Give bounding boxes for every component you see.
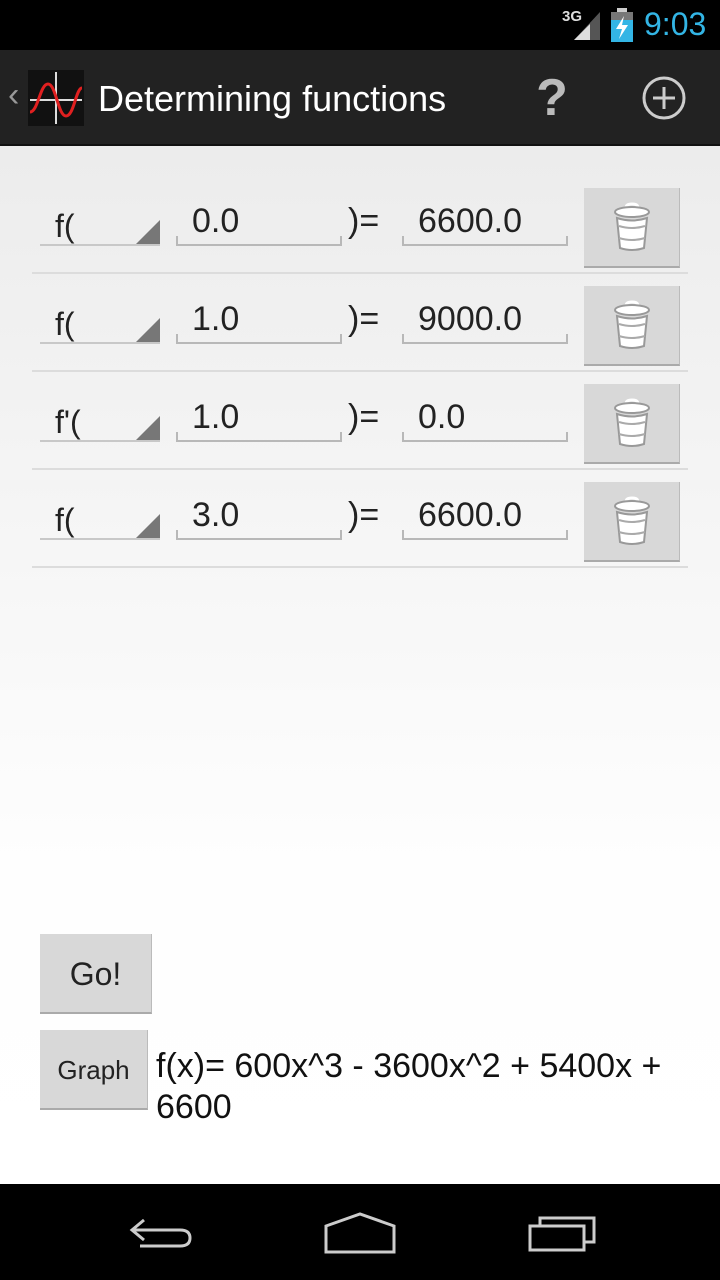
sine-graph-icon[interactable] (28, 70, 84, 126)
back-icon[interactable] (124, 1204, 196, 1260)
dropdown-arrow-icon (136, 220, 160, 244)
dropdown-arrow-icon (136, 514, 160, 538)
delete-row-button[interactable] (584, 384, 680, 464)
equals-label: )= (348, 202, 380, 240)
x-value-text: 1.0 (192, 398, 240, 436)
clock: 9:03 (644, 6, 707, 42)
y-value-input[interactable]: 9000.0 (402, 300, 568, 344)
recent-apps-icon[interactable] (526, 1204, 598, 1260)
y-value-text: 9000.0 (418, 300, 522, 338)
result-function: f(x)= 600x^3 - 3600x^2 + 5400x + 6600 (156, 1047, 662, 1126)
dropdown-arrow-icon (136, 416, 160, 440)
help-button[interactable]: ? (532, 68, 572, 128)
equals-label: )= (348, 496, 380, 534)
add-circle-icon[interactable] (640, 74, 688, 122)
x-value-input[interactable]: 3.0 (176, 496, 342, 540)
x-value-input[interactable]: 0.0 (176, 202, 342, 246)
navigation-bar (0, 1184, 720, 1280)
go-button[interactable]: Go! (40, 934, 152, 1014)
delete-row-button[interactable] (584, 286, 680, 366)
condition-row: f( 3.0 )= 6600.0 (32, 470, 688, 568)
delete-row-button[interactable] (584, 482, 680, 562)
graph-button[interactable]: Graph (40, 1030, 148, 1110)
content-area: f( 0.0 )= 6600.0 f( 1.0 )= 9000.0 f'(1.… (0, 146, 720, 1184)
function-spinner[interactable]: f'( (40, 398, 160, 442)
condition-row: f( 0.0 )= 6600.0 (32, 176, 688, 274)
signal-icon (574, 12, 600, 40)
battery-charging-icon (611, 8, 633, 42)
trash-icon (614, 496, 650, 545)
page-title: Determining functions (98, 78, 447, 119)
function-spinner[interactable]: f( (40, 496, 160, 540)
trash-icon (614, 398, 650, 447)
x-value-text: 3.0 (192, 496, 240, 534)
trash-icon (614, 202, 650, 251)
condition-row: f'( 1.0 )= 0.0 (32, 372, 688, 470)
y-value-text: 0.0 (418, 398, 466, 436)
function-spinner-label: f( (55, 502, 75, 538)
dropdown-arrow-icon (136, 318, 160, 342)
x-value-input[interactable]: 1.0 (176, 300, 342, 344)
function-spinner[interactable]: f( (40, 202, 160, 246)
y-value-input[interactable]: 6600.0 (402, 202, 568, 246)
home-icon[interactable] (322, 1204, 398, 1260)
x-value-text: 1.0 (192, 300, 240, 338)
delete-row-button[interactable] (584, 188, 680, 268)
status-bar: 3G 9:03 (0, 0, 720, 50)
function-spinner[interactable]: f( (40, 300, 160, 344)
x-value-text: 0.0 (192, 202, 240, 240)
function-spinner-label: f( (55, 306, 75, 342)
trash-icon (614, 300, 650, 349)
condition-row: f( 1.0 )= 9000.0 (32, 274, 688, 372)
function-spinner-label: f'( (55, 404, 81, 440)
action-bar: ‹ Determining functions ? (0, 50, 720, 146)
function-spinner-label: f( (55, 208, 75, 244)
up-caret-icon[interactable]: ‹ (8, 76, 19, 115)
y-value-text: 6600.0 (418, 202, 522, 240)
y-value-input[interactable]: 6600.0 (402, 496, 568, 540)
x-value-input[interactable]: 1.0 (176, 398, 342, 442)
y-value-text: 6600.0 (418, 496, 522, 534)
y-value-input[interactable]: 0.0 (402, 398, 568, 442)
equals-label: )= (348, 300, 380, 338)
equals-label: )= (348, 398, 380, 436)
